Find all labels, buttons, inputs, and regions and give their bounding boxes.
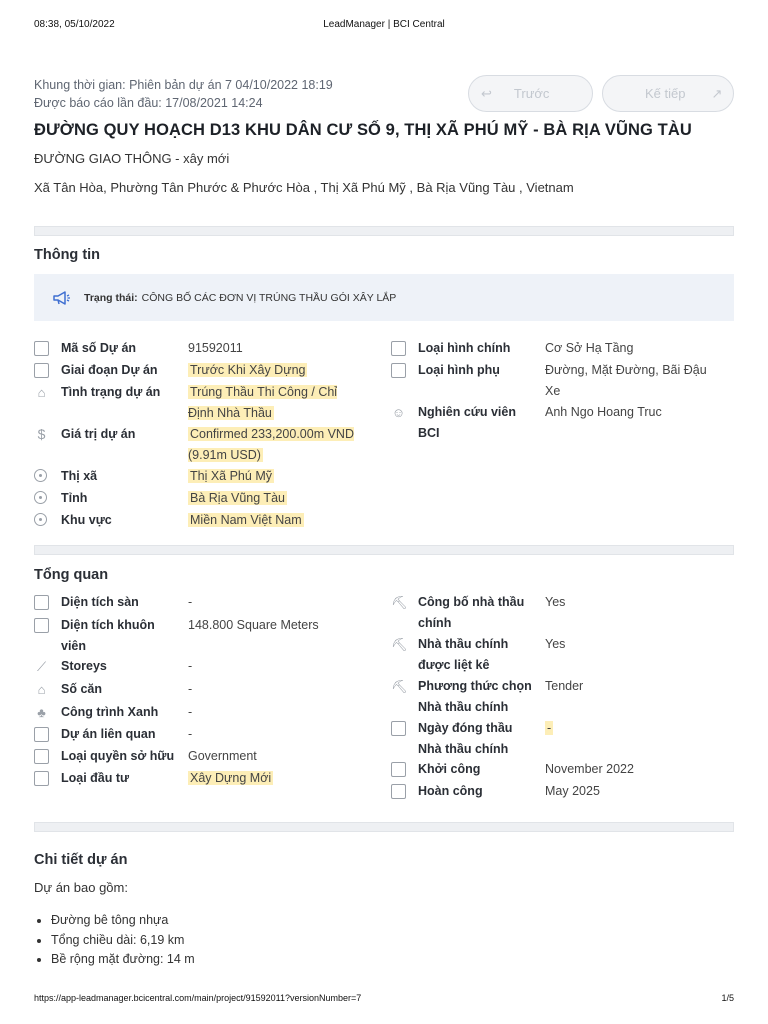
overview-section-title: Tổng quan — [34, 567, 109, 583]
ownership-icon — [34, 749, 49, 764]
status-icon: ⌂ — [37, 385, 46, 400]
project-title: ĐƯỜNG QUY HOẠCH D13 KHU DÂN CƯ SỐ 9, THỊ… — [34, 121, 692, 139]
id-card-icon — [34, 341, 49, 356]
print-doc-title: LeadManager | BCI Central — [323, 19, 445, 30]
location-pin-icon — [34, 513, 47, 526]
megaphone-icon — [52, 290, 72, 306]
building-subtype-icon — [391, 363, 406, 378]
next-button[interactable]: Kế tiếp ↗ — [602, 75, 734, 112]
details-list: Đường bê tông nhựa Tổng chiều dài: 6,19 … — [36, 911, 195, 970]
building-type-icon — [391, 341, 406, 356]
previous-button[interactable]: ↩ Trước — [468, 75, 593, 112]
project-category: ĐƯỜNG GIAO THÔNG - xây mới — [34, 151, 230, 166]
next-label: Kế tiếp — [645, 86, 686, 101]
page-number: 1/5 — [721, 993, 734, 1003]
print-footer: https://app-leadmanager.bcicentral.com/m… — [34, 993, 734, 1007]
storeys-icon: ⟋ — [36, 659, 47, 674]
details-intro: Dự án bao gồm: — [34, 880, 128, 895]
leaf-icon: ♣ — [37, 705, 46, 720]
print-header: 08:38, 05/10/2022 LeadManager | BCI Cent… — [34, 19, 734, 33]
site-area-icon — [34, 618, 49, 633]
status-value: CÔNG BỐ CÁC ĐƠN VỊ TRÚNG THẦU GÓI XÂY LẮ… — [141, 291, 397, 304]
units-icon: ⌂ — [37, 682, 46, 697]
stage-icon — [34, 363, 49, 378]
dollar-icon: $ — [37, 426, 46, 442]
calendar-icon — [391, 721, 406, 736]
info-section-title: Thông tin — [34, 247, 101, 263]
floor-area-icon — [34, 595, 49, 610]
list-item: Bề rộng mặt đường: 14 m — [36, 950, 195, 970]
section-divider — [34, 226, 734, 236]
list-item: Đường bê tông nhựa — [36, 911, 195, 931]
calendar-icon — [391, 762, 406, 777]
location-pin-icon — [34, 469, 47, 482]
previous-label: Trước — [513, 86, 550, 101]
contractor-icon: ⛏ — [391, 679, 408, 694]
investment-icon — [34, 771, 49, 786]
contractor-icon: ⛏ — [391, 595, 408, 610]
details-section-title: Chi tiết dự án — [34, 852, 128, 868]
calendar-icon — [391, 784, 406, 799]
researcher-icon: ☺ — [391, 405, 406, 420]
location-pin-icon — [34, 491, 47, 504]
forward-arrow-icon: ↗ — [711, 85, 723, 101]
section-divider — [34, 545, 734, 555]
related-project-icon — [34, 727, 49, 742]
version-meta: Khung thời gian: Phiên bản dự án 7 04/10… — [34, 76, 333, 112]
list-item: Tổng chiều dài: 6,19 km — [36, 931, 195, 951]
timeframe-text: Khung thời gian: Phiên bản dự án 7 04/10… — [34, 78, 333, 92]
back-arrow-icon: ↩ — [481, 85, 492, 101]
contractor-icon: ⛏ — [391, 637, 408, 652]
section-divider — [34, 822, 734, 832]
project-address: Xã Tân Hòa, Phường Tân Phước & Phước Hòa… — [34, 180, 574, 195]
status-banner: Trạng thái: CÔNG BỐ CÁC ĐƠN VỊ TRÚNG THẦ… — [34, 274, 734, 321]
print-url: https://app-leadmanager.bcicentral.com/m… — [34, 993, 362, 1003]
status-label: Trạng thái: — [84, 291, 138, 304]
first-reported-text: Được báo cáo lần đầu: 17/08/2021 14:24 — [34, 96, 263, 110]
